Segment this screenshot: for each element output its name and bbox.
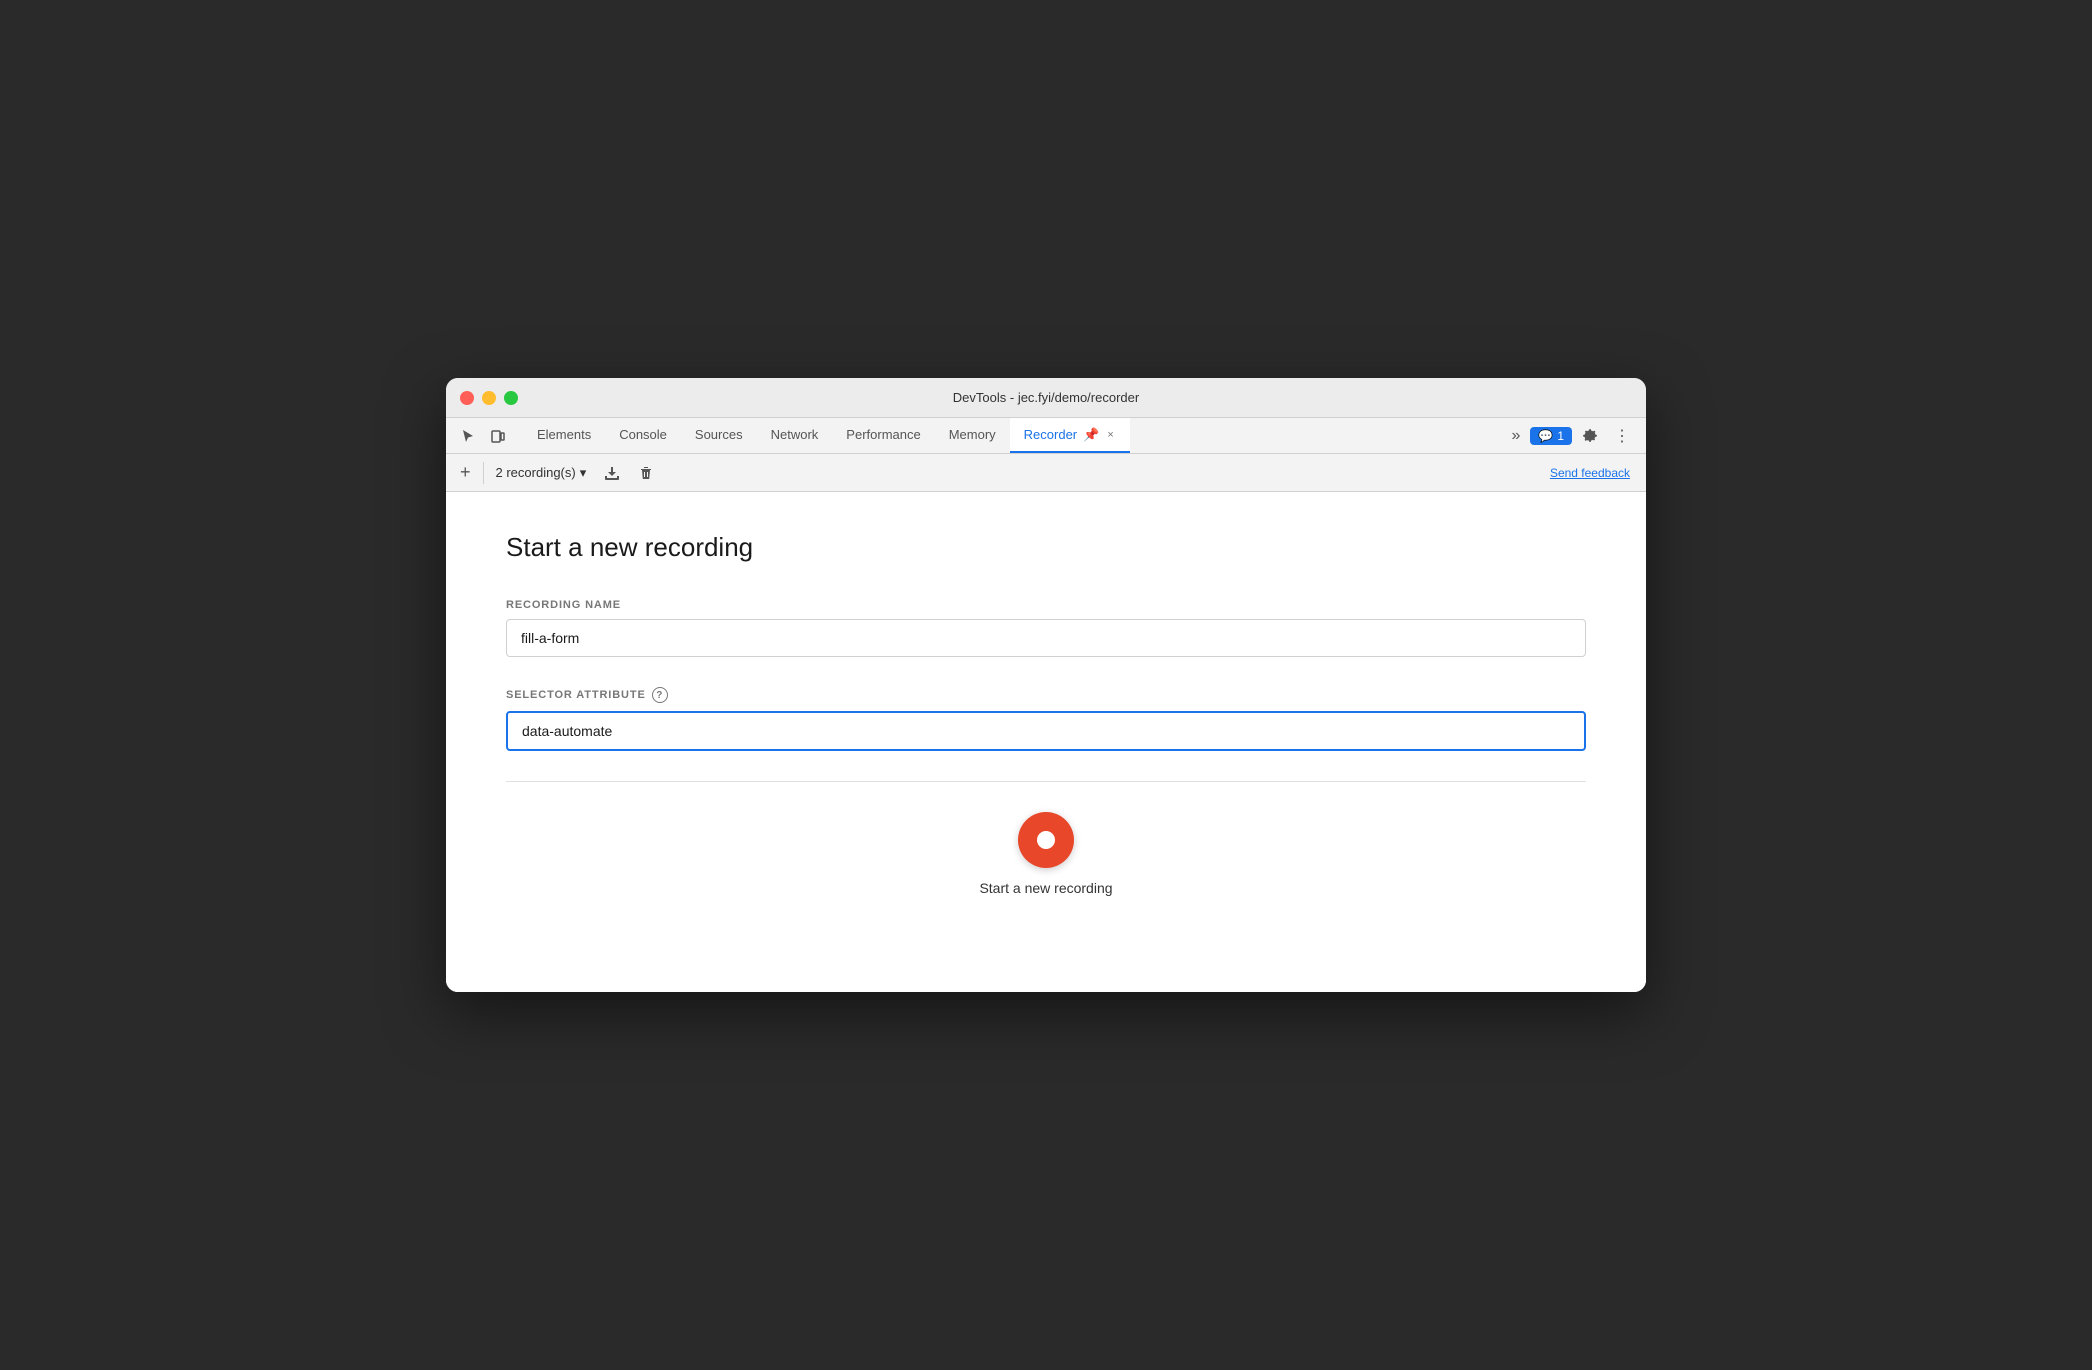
send-feedback-link[interactable]: Send feedback — [1542, 466, 1638, 480]
tab-end-controls: » 💬 1 ⋮ — [1499, 418, 1642, 453]
tabs-container: Elements Console Sources Network Perform… — [523, 418, 1499, 453]
start-recording-button[interactable] — [1018, 812, 1074, 868]
download-button[interactable] — [598, 461, 626, 485]
tab-close-button[interactable]: × — [1105, 427, 1115, 443]
selector-attribute-group: SELECTOR ATTRIBUTE ? — [506, 687, 1586, 751]
tab-network[interactable]: Network — [757, 418, 833, 453]
chat-count: 1 — [1557, 429, 1564, 443]
recording-name-group: RECORDING NAME — [506, 599, 1586, 657]
page-title: Start a new recording — [506, 532, 1586, 563]
help-icon[interactable]: ? — [652, 687, 668, 703]
record-inner-circle — [1037, 831, 1055, 849]
maximize-button[interactable] — [504, 391, 518, 405]
title-bar: DevTools - jec.fyi/demo/recorder — [446, 378, 1646, 418]
dropdown-icon: ▾ — [580, 465, 587, 481]
more-tabs-button[interactable]: » — [1505, 423, 1526, 449]
tab-performance[interactable]: Performance — [832, 418, 934, 453]
toolbar: + 2 recording(s) ▾ Send feedback — [446, 454, 1646, 492]
recordings-selector[interactable]: 2 recording(s) ▾ — [490, 461, 593, 485]
record-button-label: Start a new recording — [979, 880, 1112, 896]
device-toggle-button[interactable] — [484, 424, 512, 448]
pin-icon: 📌 — [1083, 427, 1099, 443]
tab-memory[interactable]: Memory — [935, 418, 1010, 453]
selector-attribute-input[interactable] — [506, 711, 1586, 751]
recording-name-input[interactable] — [506, 619, 1586, 657]
tab-recorder[interactable]: Recorder 📌 × — [1010, 418, 1130, 453]
record-section: Start a new recording — [506, 782, 1586, 926]
devtools-window: DevTools - jec.fyi/demo/recorder — [446, 378, 1646, 992]
window-title: DevTools - jec.fyi/demo/recorder — [953, 390, 1139, 405]
toolbar-divider — [483, 462, 484, 484]
add-recording-button[interactable]: + — [454, 458, 477, 487]
tab-elements[interactable]: Elements — [523, 418, 605, 453]
settings-button[interactable] — [1576, 424, 1604, 448]
selector-attribute-label: SELECTOR ATTRIBUTE ? — [506, 687, 1586, 703]
tab-sources[interactable]: Sources — [681, 418, 757, 453]
traffic-lights — [460, 391, 518, 405]
delete-button[interactable] — [632, 461, 660, 485]
main-content: Start a new recording RECORDING NAME SEL… — [446, 492, 1646, 992]
chat-icon: 💬 — [1538, 429, 1553, 443]
recording-name-label: RECORDING NAME — [506, 599, 1586, 611]
devtools-body: Elements Console Sources Network Perform… — [446, 418, 1646, 992]
tab-controls-left — [450, 418, 523, 453]
minimize-button[interactable] — [482, 391, 496, 405]
tab-console[interactable]: Console — [605, 418, 681, 453]
tab-bar: Elements Console Sources Network Perform… — [446, 418, 1646, 454]
chat-badge[interactable]: 💬 1 — [1530, 427, 1572, 445]
cursor-icon-button[interactable] — [454, 424, 482, 448]
close-button[interactable] — [460, 391, 474, 405]
more-options-button[interactable]: ⋮ — [1608, 422, 1636, 450]
